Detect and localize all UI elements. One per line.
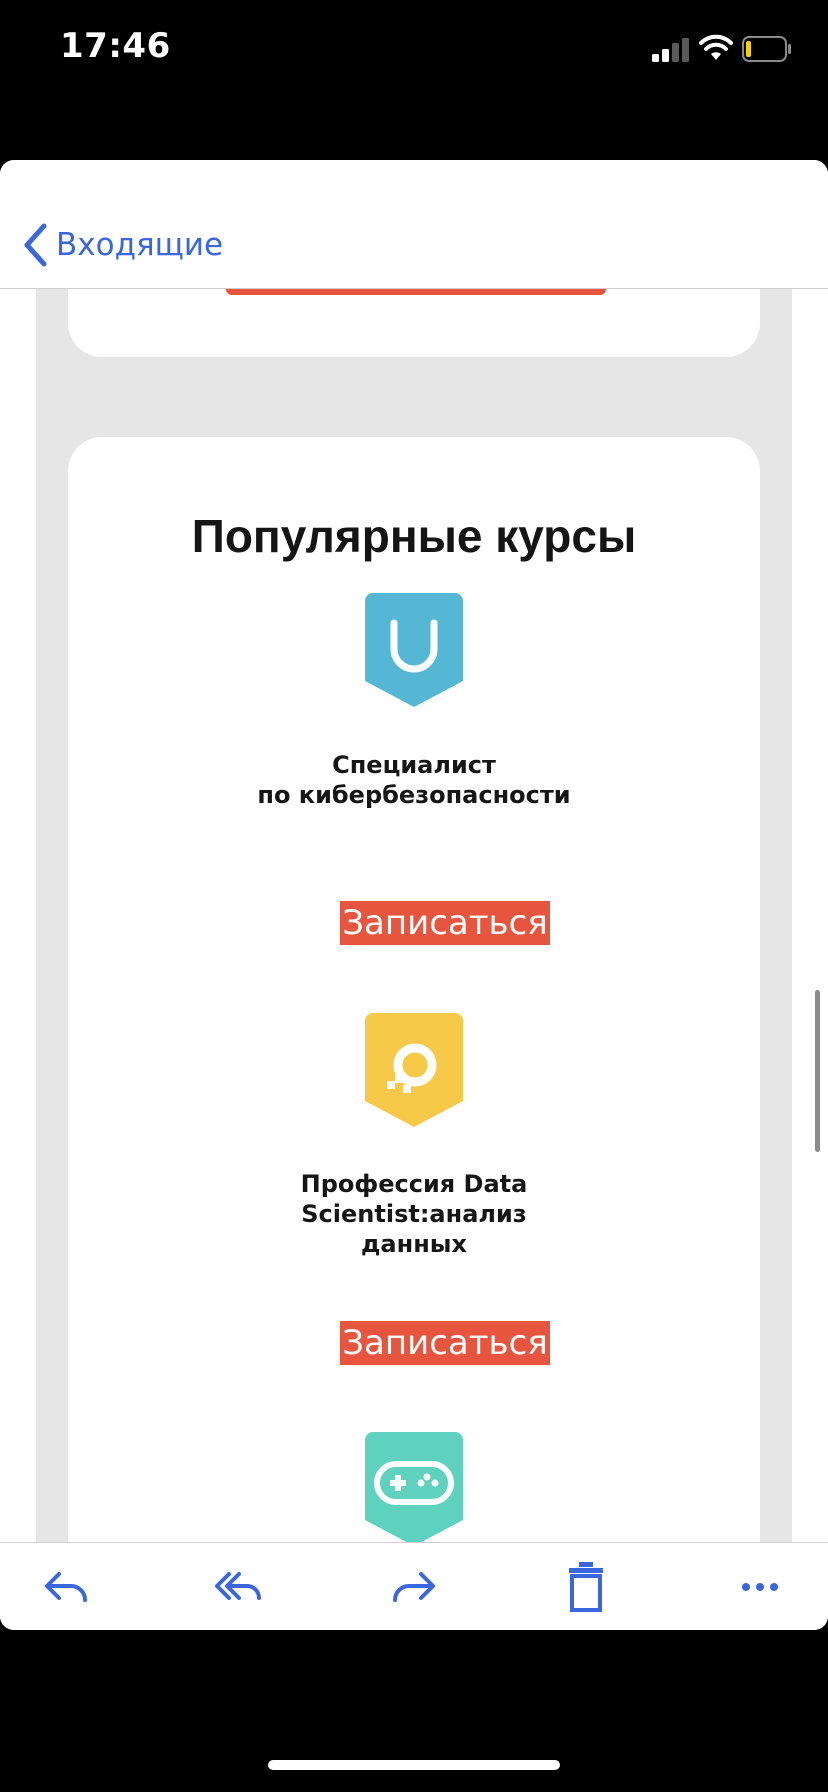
forward-icon (393, 1572, 435, 1602)
scrollbar[interactable] (815, 990, 820, 1152)
more-icon (742, 1583, 778, 1591)
more-button[interactable] (730, 1557, 790, 1617)
trash-button[interactable] (556, 1557, 616, 1617)
course-name: Профессия Data Scientist:анализ данных (68, 1169, 760, 1259)
data-science-icon (365, 1013, 463, 1127)
course-name-line: данных (361, 1230, 467, 1258)
back-label: Входящие (56, 227, 224, 263)
reply-button[interactable] (36, 1557, 96, 1617)
chevron-left-icon (24, 223, 47, 267)
course-name-line: Специалист (332, 751, 496, 779)
trash-icon (569, 1562, 603, 1612)
back-button[interactable]: Входящие (22, 222, 223, 268)
popular-courses-card: Популярные курсы Специалист по кибербезо… (68, 437, 760, 1630)
course-name-line: Профессия Data (300, 1170, 528, 1198)
previous-card-button[interactable] (226, 289, 606, 295)
gamepad-icon (365, 1432, 463, 1546)
course-name-line: Scientist:анализ (301, 1200, 527, 1228)
bottom-toolbar (0, 1542, 828, 1630)
forward-button[interactable] (384, 1557, 444, 1617)
cyber-shield-icon (365, 593, 463, 707)
reply-all-button[interactable] (208, 1557, 268, 1617)
enroll-button-label: Записаться (340, 1321, 550, 1365)
enroll-button-label: Записаться (340, 901, 550, 945)
wifi-icon (699, 34, 733, 60)
mail-sheet: Входящие Популярные курсы Специалист по … (0, 160, 828, 1630)
reply-all-icon (215, 1572, 261, 1600)
email-content[interactable]: Популярные курсы Специалист по кибербезо… (0, 289, 828, 1630)
section-title: Популярные курсы (191, 510, 637, 562)
enroll-button[interactable]: Записаться (320, 885, 570, 961)
course-name: Специалист по кибербезопасности (68, 750, 760, 810)
status-bar: 17:46 (0, 0, 828, 100)
battery-icon (742, 36, 791, 62)
previous-card (68, 289, 760, 357)
cellular-signal-icon (652, 38, 689, 62)
enroll-button[interactable]: Записаться (320, 1305, 570, 1381)
navigation-bar: Входящие (0, 160, 828, 289)
course-name-line: по кибербезопасности (257, 781, 571, 809)
status-time: 17:46 (60, 26, 171, 66)
reply-icon (45, 1572, 87, 1602)
home-indicator[interactable] (268, 1760, 560, 1770)
